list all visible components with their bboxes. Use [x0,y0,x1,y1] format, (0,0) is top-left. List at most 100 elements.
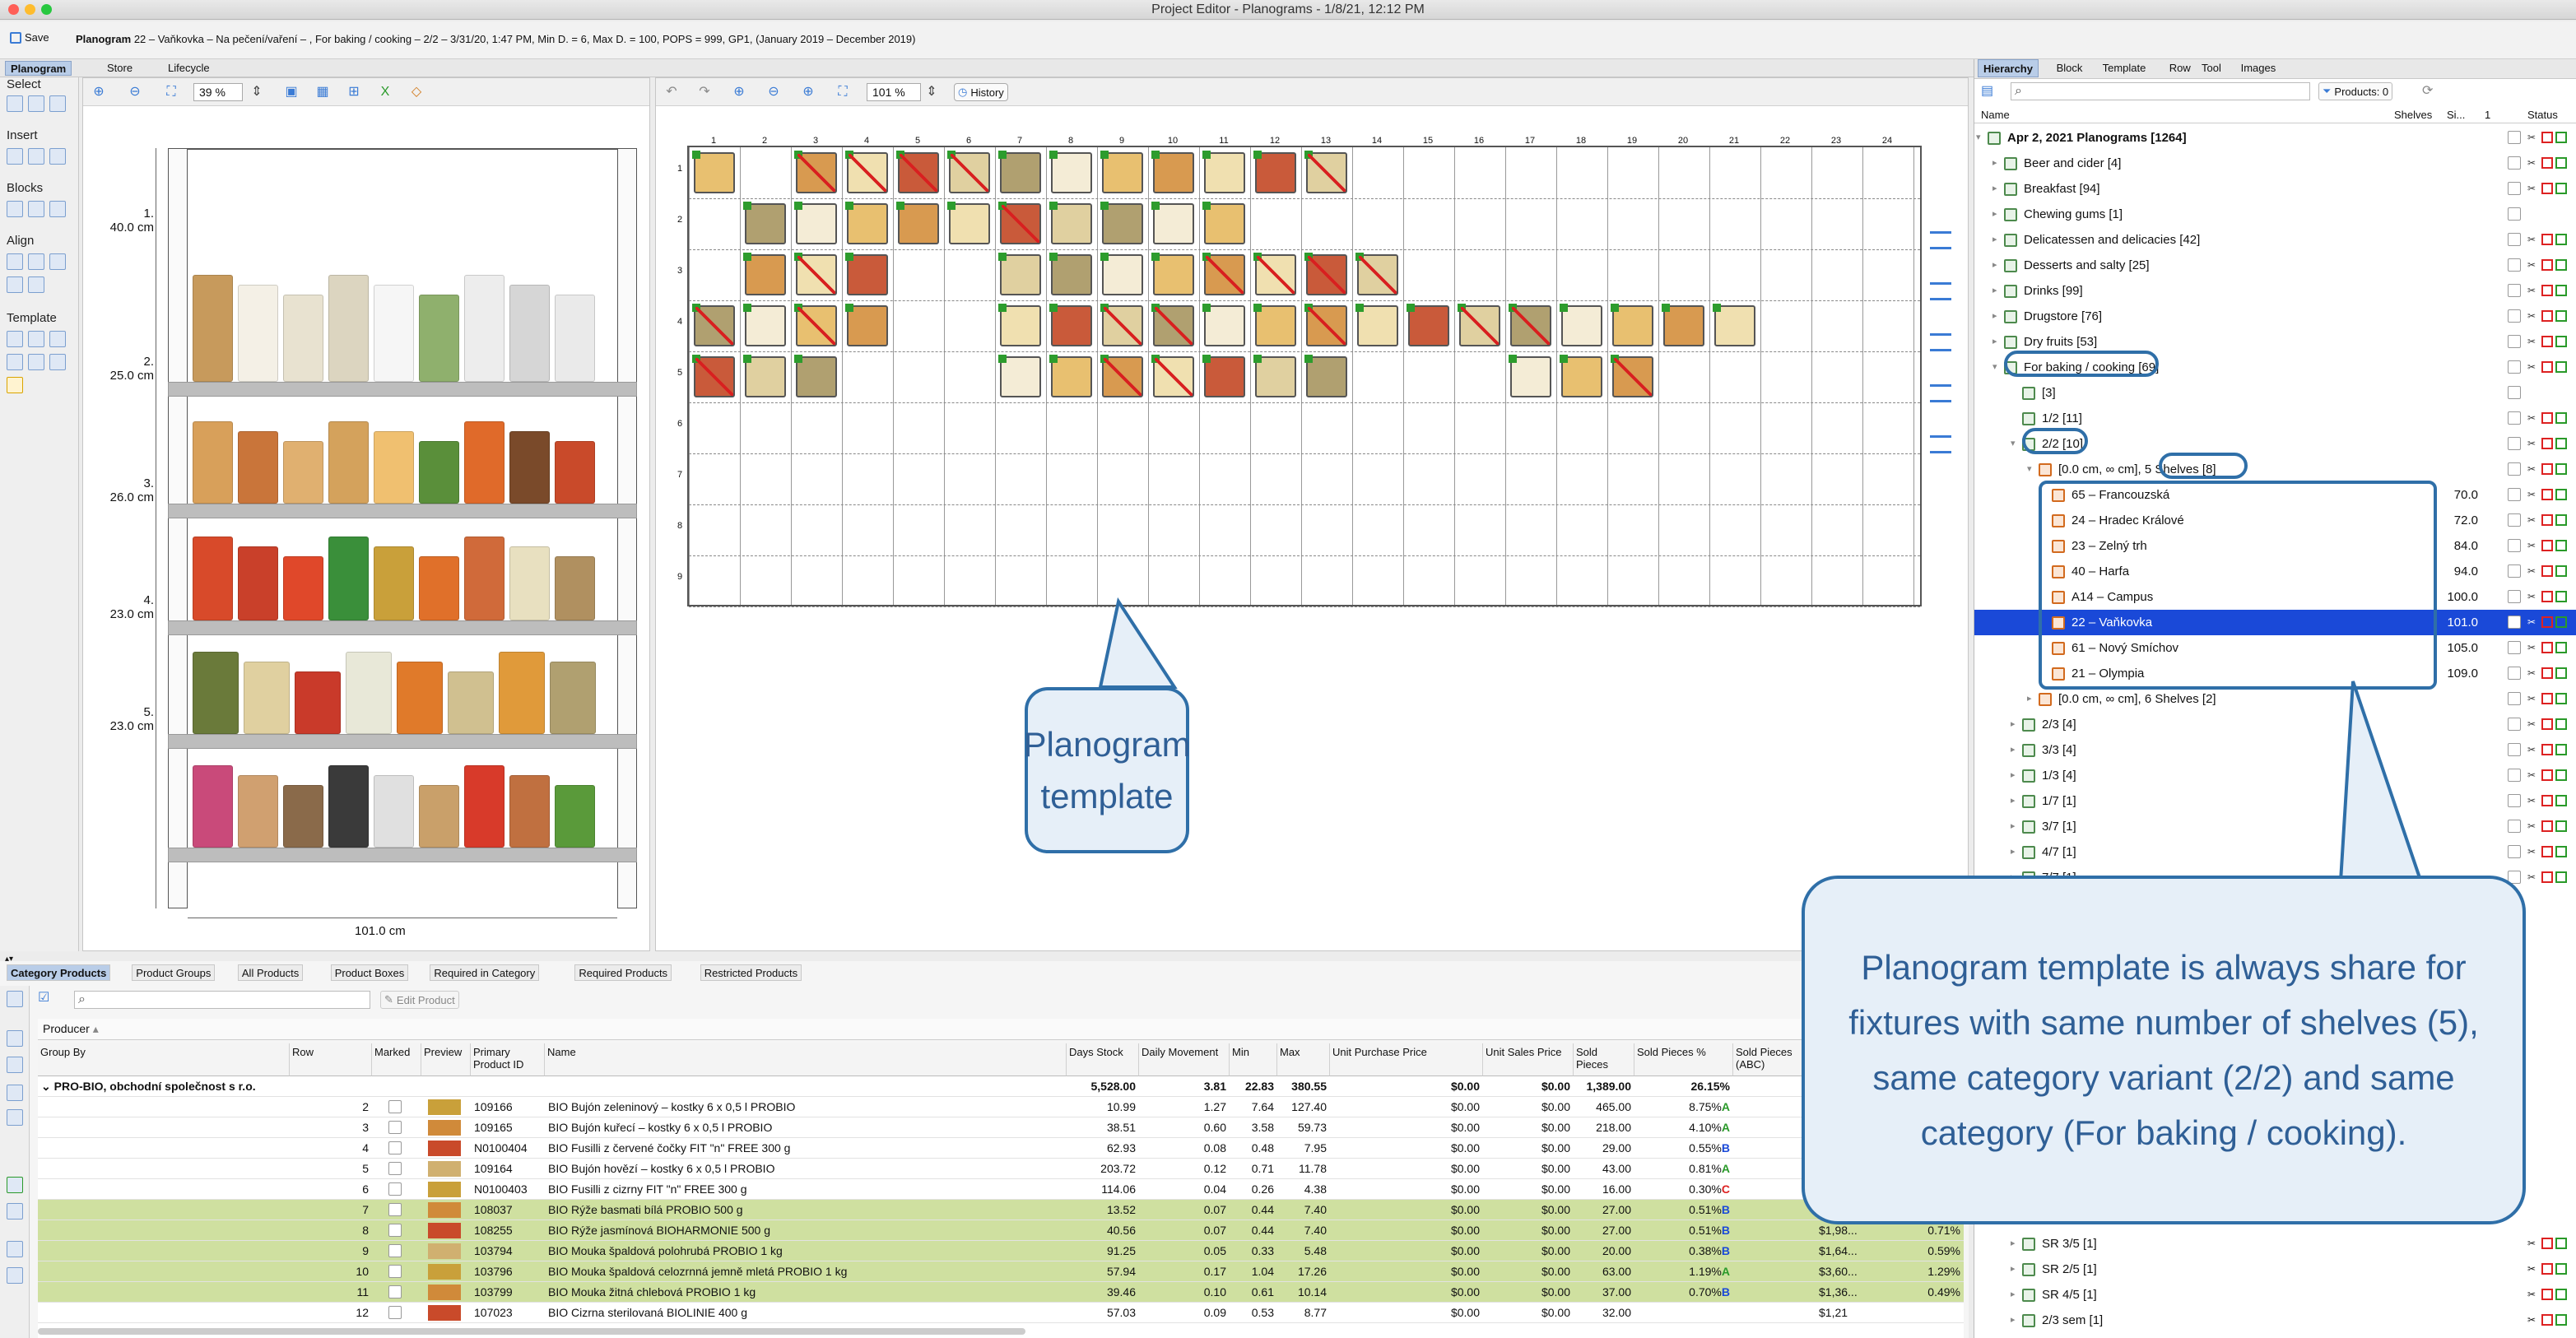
view-option-icon[interactable]: ▣ [284,85,299,100]
table-row[interactable]: 11 103799 BIO Mouka žitná chlebová PROBIO … [38,1282,1964,1303]
product-package[interactable] [283,785,323,848]
row-align-icon[interactable] [1930,333,1951,351]
zoom-in-icon[interactable]: ⊕ [732,85,746,100]
tree-checkbox[interactable] [2508,462,2521,476]
expand-toggle-icon[interactable]: ▸ [1992,278,1997,304]
fixture[interactable] [168,148,637,908]
tab-lifecycle[interactable]: Lifecycle [163,61,215,76]
tab-block[interactable]: Block [2052,59,2088,77]
layout-icon[interactable]: ▦ [315,85,330,100]
product-package[interactable] [550,662,596,734]
tab-restricted-products[interactable]: Restricted Products [700,964,802,981]
template-slot[interactable] [1049,202,1092,244]
product-package[interactable] [328,765,369,848]
scissors-icon[interactable]: ✂ [2527,591,2539,602]
row-align-icon[interactable] [1930,435,1951,453]
product-package[interactable] [328,537,369,620]
shelf-2[interactable] [168,504,637,518]
zoom-stepper-icon[interactable]: ⇕ [249,85,264,100]
status-red-icon[interactable] [2541,489,2553,500]
template-edit-icon[interactable] [49,331,66,347]
table-row[interactable]: 6 N0100403 BIO Fusilli z cizrny FIT "n" FR… [38,1179,1964,1200]
template-slot[interactable] [743,355,786,397]
table-row[interactable]: 7 108037 BIO Rýže basmati bílá PROBIO 500 … [38,1200,1964,1220]
zoom-out-icon[interactable]: ⊖ [128,85,142,100]
shelf-3[interactable] [168,620,637,635]
status-red-icon[interactable] [2541,1263,2553,1275]
status-green-icon[interactable] [2555,310,2567,322]
tree-options-icon[interactable]: ▤ [1981,82,1997,99]
scissors-icon[interactable]: ✂ [2527,132,2539,143]
template-slot[interactable] [1202,151,1245,193]
scissors-icon[interactable]: ✂ [2527,285,2539,296]
col-header[interactable]: Max [1277,1043,1330,1076]
export-excel-icon[interactable]: X [378,85,393,100]
product-package[interactable] [509,285,550,382]
status-green-icon[interactable] [2555,514,2567,526]
status-red-icon[interactable] [2541,259,2553,271]
col-one[interactable]: 1 [2485,109,2490,121]
status-red-icon[interactable] [2541,361,2553,373]
settings-icon[interactable] [7,1203,23,1220]
template-slot[interactable] [1151,355,1194,397]
status-red-icon[interactable] [2541,616,2553,628]
zoom-in-icon[interactable]: ⊕ [91,85,106,100]
product-package[interactable] [499,652,545,734]
col-header[interactable]: Sold Pieces [1574,1043,1634,1076]
product-package[interactable] [419,295,459,382]
scissors-icon[interactable]: ✂ [2527,412,2539,424]
status-green-icon[interactable] [2555,642,2567,653]
template-slot[interactable] [1253,355,1296,397]
product-package[interactable] [397,662,443,734]
product-search-input[interactable]: ⌕ [74,991,370,1009]
status-green-icon[interactable] [2555,259,2567,271]
tree-item[interactable]: ▸ Drugstore [76] ✂ [1974,304,2576,329]
expand-toggle-icon[interactable]: ▸ [2011,712,2016,737]
product-package[interactable] [419,556,459,620]
tab-row[interactable]: Row [2164,59,2196,77]
scissors-icon[interactable]: ✂ [2527,1238,2539,1249]
template-slot[interactable] [1509,355,1551,397]
status-red-icon[interactable] [2541,591,2553,602]
template-list-icon[interactable] [49,354,66,370]
template-slot[interactable] [794,355,837,397]
expand-toggle-icon[interactable]: ▸ [2027,686,2032,712]
shelf-1[interactable] [168,382,637,397]
status-red-icon[interactable] [2541,412,2553,424]
tree-checkbox[interactable] [2508,131,2521,144]
scissors-icon[interactable]: ✂ [2527,565,2539,577]
product-package[interactable] [283,295,323,382]
history-button[interactable]: ◷ History [954,83,1008,101]
export-svg-icon[interactable]: ◇ [409,85,424,100]
template-slot[interactable] [1304,151,1347,193]
template-slot[interactable] [1049,253,1092,295]
product-package[interactable] [238,431,278,504]
row-align-icon[interactable] [1930,282,1951,300]
col-header[interactable]: Group By [38,1043,290,1076]
template-slot[interactable] [947,202,990,244]
chart-icon[interactable] [7,1241,23,1257]
template-slot[interactable] [1100,355,1143,397]
scissors-icon[interactable]: ✂ [2527,310,2539,322]
zoom-field[interactable]: 39 % [193,83,243,101]
expand-toggle-icon[interactable]: ▸ [2011,788,2016,814]
template-slot[interactable] [1202,202,1245,244]
product-package[interactable] [328,275,369,382]
status-green-icon[interactable] [2555,489,2567,500]
product-package[interactable] [509,546,550,620]
select-products-icon[interactable]: ☑ [38,989,54,1006]
zoom-stepper-icon[interactable]: ⇕ [924,85,939,100]
template-slot[interactable] [1560,355,1602,397]
tab-images[interactable]: Images [2236,59,2281,77]
marked-checkbox[interactable] [388,1244,402,1257]
tree-item[interactable]: ▸ Beer and cider [4] ✂ [1974,151,2576,176]
template-slot[interactable] [743,304,786,346]
product-package[interactable] [374,546,414,620]
template-slot[interactable] [1253,151,1296,193]
product-package[interactable] [193,765,233,848]
select-area-icon[interactable] [49,95,66,112]
expand-toggle-icon[interactable]: ▸ [2011,1231,2016,1257]
scissors-icon[interactable]: ✂ [2527,514,2539,526]
block-split-icon[interactable] [49,201,66,217]
expand-toggle-icon[interactable]: ▾ [2011,431,2016,457]
